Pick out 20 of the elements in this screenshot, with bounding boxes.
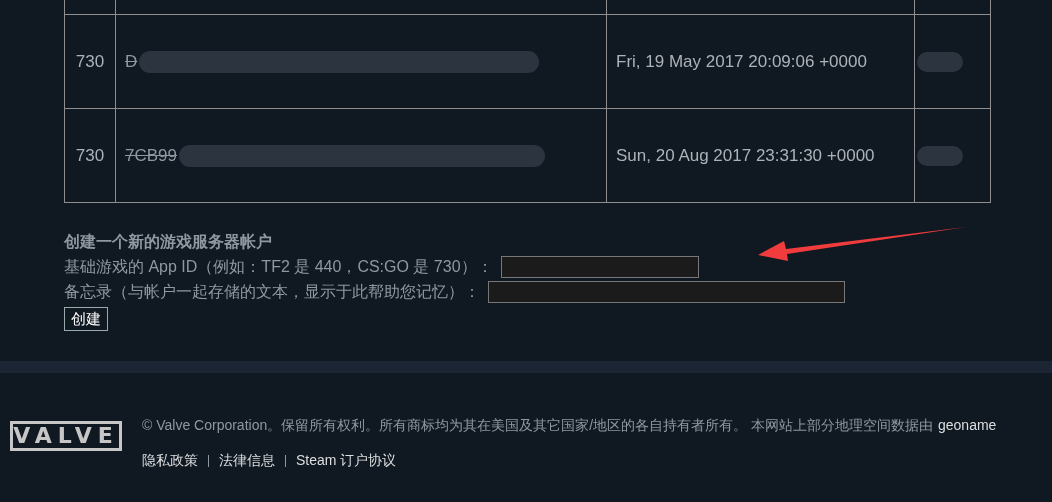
section-title: 创建一个新的游戏服务器帐户	[64, 232, 272, 252]
token-text: 7CB99	[125, 144, 177, 167]
table-cell: Fri, 19 May 2017 20:09:06 +0000	[606, 14, 915, 109]
field-label: 基础游戏的 App ID（例如：TF2 是 440，CS:GO 是 730）：	[64, 257, 493, 277]
footer-link[interactable]: Steam 订户协议	[296, 450, 397, 471]
create-button[interactable]: 创建	[64, 307, 108, 331]
table-cell: Sun, 20 Aug 2017 23:31:30 +0000	[606, 108, 915, 203]
table-cell: 730	[64, 14, 116, 109]
token-text: D	[125, 50, 138, 73]
copyright-text: © Valve Corporation。保留所有权利。所有商标均为其在美国及其它国家/地区的各自持有者所有。 本网站上部分地理空间数据由	[142, 416, 933, 435]
footer-link[interactable]: 法律信息	[219, 450, 275, 471]
input-field[interactable]	[488, 280, 845, 303]
redaction-blur	[917, 51, 963, 72]
redaction-blur	[917, 145, 963, 166]
table-cell: 730	[64, 108, 116, 203]
valve-logo: VALVE	[10, 421, 122, 451]
footer-link[interactable]: geoname	[938, 415, 997, 436]
footer-link[interactable]: 隐私政策	[142, 450, 198, 471]
input-field[interactable]	[500, 255, 699, 278]
field-label: 备忘录（与帐户一起存储的文本，显示于此帮助您记忆）：	[64, 282, 480, 302]
